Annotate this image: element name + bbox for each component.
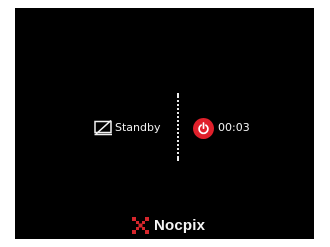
brand-watermark: Nocpix (132, 216, 205, 235)
nocpix-logo-icon (132, 217, 149, 234)
standby-timer: 00:03 (193, 117, 250, 139)
standby-label: Standby (115, 121, 161, 134)
divider (177, 93, 179, 161)
power-icon (193, 117, 214, 139)
display-off-icon (94, 119, 113, 136)
brand-name: Nocpix (154, 217, 206, 234)
device-screen: Standby 00:03 Nocpix (15, 8, 314, 239)
standby-indicator: Standby (94, 119, 161, 136)
timer-value: 00:03 (218, 121, 250, 134)
